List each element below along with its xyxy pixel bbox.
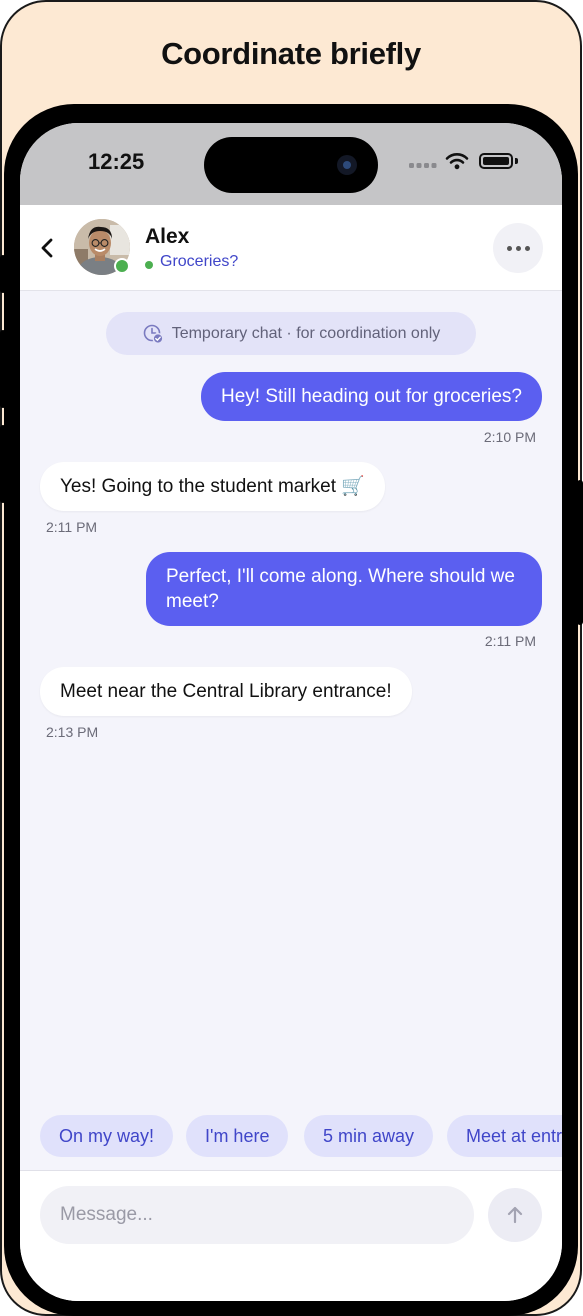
status-bar: 12:25 — [20, 123, 562, 205]
message-bubble-incoming[interactable]: Yes! Going to the student market 🛒 — [40, 462, 385, 511]
online-indicator — [114, 258, 130, 274]
arrow-up-icon — [507, 1206, 523, 1224]
message-timestamp: 2:11 PM — [484, 633, 536, 649]
contact-status: Groceries? — [160, 253, 239, 270]
battery-tip — [515, 158, 518, 164]
page-title: Coordinate briefly — [161, 36, 421, 71]
more-options-button[interactable] — [493, 223, 543, 273]
quick-reply-chip[interactable]: I'm here — [186, 1115, 289, 1157]
notice-text: Temporary chat · for coordination only — [171, 324, 441, 342]
back-chevron-icon[interactable] — [36, 231, 58, 265]
dynamic-island — [204, 137, 378, 193]
message-input[interactable] — [40, 1186, 474, 1244]
message-bubble-outgoing[interactable]: Perfect, I'll come along. Where should w… — [146, 552, 542, 626]
contact-name[interactable]: Alex — [145, 225, 189, 249]
clock-check-icon — [143, 324, 164, 344]
message-list[interactable]: Temporary chat · for coordination only H… — [20, 291, 562, 1101]
quick-reply-chip[interactable]: On my way! — [40, 1115, 174, 1157]
composer — [20, 1171, 562, 1301]
signal-icon — [409, 163, 437, 168]
wifi-icon — [445, 153, 469, 170]
quick-reply-chip[interactable]: Meet at entrance — [447, 1115, 562, 1157]
message-timestamp: 2:13 PM — [46, 724, 99, 740]
message-timestamp: 2:10 PM — [483, 429, 536, 445]
status-time: 12:25 — [88, 149, 145, 174]
message-bubble-incoming[interactable]: Meet near the Central Library entrance! — [40, 667, 412, 716]
battery-icon — [479, 153, 513, 169]
send-button[interactable] — [488, 1188, 542, 1242]
status-dot — [145, 261, 153, 269]
quick-replies: On my way! I'm here 5 min away Meet at e… — [20, 1101, 562, 1171]
more-icon — [506, 245, 512, 251]
quick-reply-chip[interactable]: 5 min away — [304, 1115, 434, 1157]
phone-screen: 12:25 Alex Groceries? Temporary chat · f… — [20, 123, 562, 1301]
message-bubble-outgoing[interactable]: Hey! Still heading out for groceries? — [201, 372, 542, 421]
message-timestamp: 2:11 PM — [46, 519, 98, 535]
chat-header: Alex Groceries? — [20, 205, 562, 291]
temporary-chat-notice: Temporary chat · for coordination only — [106, 312, 476, 355]
camera-icon — [337, 155, 357, 175]
